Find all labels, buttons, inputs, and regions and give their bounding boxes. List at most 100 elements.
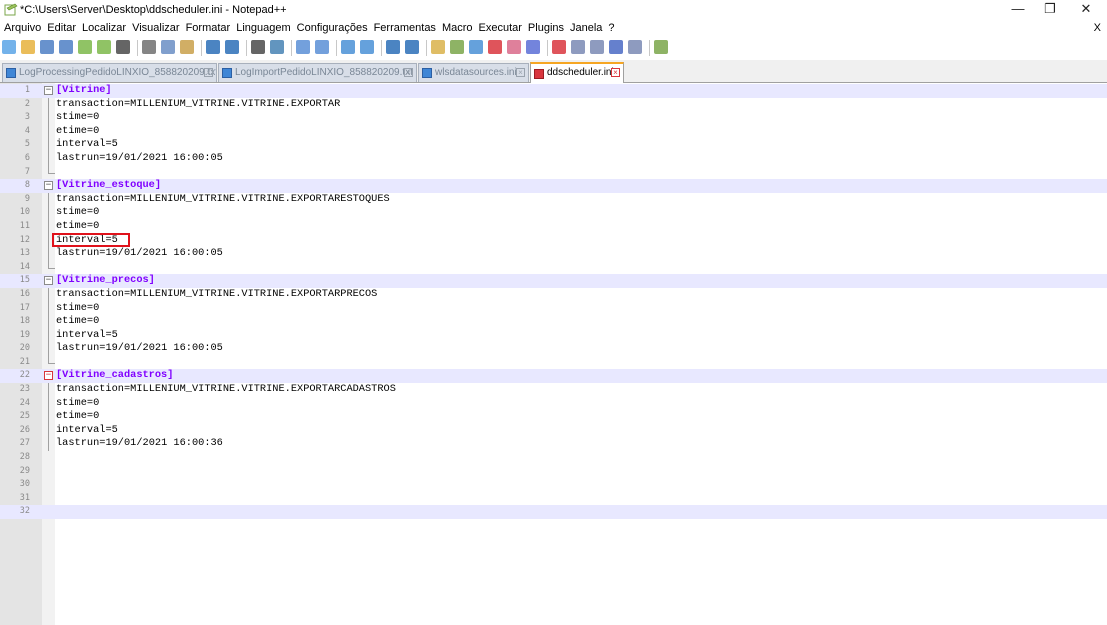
menu-localizar[interactable]: Localizar: [79, 20, 129, 36]
editor-line[interactable]: 15 − [Vitrine_precos]: [0, 274, 1107, 288]
editor-line[interactable]: 10 stime=0: [0, 206, 1107, 220]
menu-help[interactable]: ?: [605, 20, 617, 36]
editor-line[interactable]: 27 lastrun=19/01/2021 16:00:36: [0, 437, 1107, 452]
menu-formatar[interactable]: Formatar: [183, 20, 234, 36]
menu-plugins[interactable]: Plugins: [525, 20, 567, 36]
editor-line[interactable]: 20 lastrun=19/01/2021 16:00:05: [0, 342, 1107, 356]
save-macro-icon[interactable]: [628, 40, 642, 54]
maximize-button[interactable]: ❐: [1032, 0, 1068, 20]
print-icon[interactable]: [116, 40, 130, 54]
tab-close-icon[interactable]: ×: [404, 68, 413, 77]
tab-ddscheduler[interactable]: ddscheduler.ini ×: [530, 62, 624, 84]
tab-wlsdatasources[interactable]: wlsdatasources.ini ×: [418, 63, 529, 82]
play-macro-icon[interactable]: [590, 40, 604, 54]
copy-icon[interactable]: [161, 40, 175, 54]
editor-line[interactable]: 1 − [Vitrine]: [0, 84, 1107, 98]
udl-icon[interactable]: [450, 40, 464, 54]
indent-guide-icon[interactable]: [431, 40, 445, 54]
text-editor[interactable]: 1− [Vitrine] 2 transaction=MILLENIUM_VITRIN…: [0, 83, 1107, 625]
stop-record-icon[interactable]: [571, 40, 585, 54]
save-all-icon[interactable]: [59, 40, 73, 54]
editor-line[interactable]: 13 lastrun=19/01/2021 16:00:05: [0, 247, 1107, 261]
function-list-icon[interactable]: [488, 40, 502, 54]
fold-line: [48, 328, 49, 343]
sync-vertical-icon[interactable]: [341, 40, 355, 54]
menu-linguagem[interactable]: Linguagem: [233, 20, 293, 36]
open-file-icon[interactable]: [21, 40, 35, 54]
editor-line[interactable]: 19 interval=5: [0, 328, 1107, 343]
ini-key: etime: [56, 410, 87, 423]
paste-icon[interactable]: [180, 40, 194, 54]
line-number: 12: [19, 234, 30, 245]
menu-configuracoes[interactable]: Configurações: [294, 20, 371, 36]
editor-line[interactable]: 29: [0, 465, 1107, 479]
close-document-button[interactable]: X: [1094, 20, 1101, 36]
sync-horizontal-icon[interactable]: [360, 40, 374, 54]
tab-close-icon[interactable]: ×: [611, 68, 620, 77]
editor-line[interactable]: 2 transaction=MILLENIUM_VITRINE.VITRINE.E…: [0, 97, 1107, 112]
run-macro-multiple-icon[interactable]: [609, 40, 623, 54]
menu-janela[interactable]: Janela: [567, 20, 605, 36]
close-window-button[interactable]: ✕: [1068, 0, 1104, 20]
line-number: 15: [19, 275, 30, 286]
replace-icon[interactable]: [270, 40, 284, 54]
editor-line[interactable]: 25 etime=0: [0, 410, 1107, 424]
editor-line[interactable]: 30: [0, 478, 1107, 492]
tab-logimportpedido[interactable]: LogImportPedidoLINXIO_858820209.txt ×: [218, 63, 417, 82]
fold-toggle-icon[interactable]: −: [44, 86, 53, 95]
editor-line[interactable]: 28: [0, 451, 1107, 465]
fold-toggle-icon[interactable]: −: [44, 181, 53, 191]
editor-line[interactable]: 4 etime=0: [0, 124, 1107, 139]
editor-line[interactable]: 24 stime=0: [0, 396, 1107, 411]
find-icon[interactable]: [251, 40, 265, 54]
monitor-icon[interactable]: [526, 40, 540, 54]
editor-line[interactable]: 26 interval=5: [0, 423, 1107, 438]
editor-line[interactable]: 9 transaction=MILLENIUM_VITRINE.VITRINE.E…: [0, 192, 1107, 207]
menu-macro[interactable]: Macro: [439, 20, 476, 36]
redo-icon[interactable]: [225, 40, 239, 54]
zoom-in-icon[interactable]: [296, 40, 310, 54]
editor-line[interactable]: 32: [0, 505, 1107, 519]
editor-line[interactable]: 17 stime=0: [0, 301, 1107, 316]
tab-logprocessingpedido[interactable]: LogProcessingPedidoLINXIO_858820209.txt …: [2, 63, 217, 82]
editor-line[interactable]: 5 interval=5: [0, 138, 1107, 152]
menu-ferramentas[interactable]: Ferramentas: [371, 20, 439, 36]
editor-line[interactable]: 16 transaction=MILLENIUM_VITRINE.VITRINE.…: [0, 287, 1107, 302]
close-icon[interactable]: [78, 40, 92, 54]
minimize-button[interactable]: —: [1000, 0, 1036, 20]
editor-line[interactable]: 6 lastrun=19/01/2021 16:00:05: [0, 151, 1107, 166]
editor-line[interactable]: 7: [0, 165, 1107, 180]
cut-icon[interactable]: [142, 40, 156, 54]
line-number: 32: [19, 506, 30, 517]
zoom-out-icon[interactable]: [315, 40, 329, 54]
editor-line[interactable]: 22 − [Vitrine_cadastros]: [0, 369, 1107, 384]
editor-line[interactable]: 12 interval=5: [0, 233, 1107, 248]
editor-line[interactable]: 31: [0, 492, 1107, 506]
editor-line[interactable]: 23 transaction=MILLENIUM_VITRINE.VITRINE.…: [0, 383, 1107, 397]
editor-line[interactable]: 18 etime=0: [0, 315, 1107, 329]
new-file-icon[interactable]: [2, 40, 16, 54]
editor-line[interactable]: 14: [0, 260, 1107, 275]
editor-line[interactable]: 11 etime=0: [0, 219, 1107, 234]
menu-visualizar[interactable]: Visualizar: [129, 20, 183, 36]
fold-toggle-icon[interactable]: −: [44, 276, 53, 286]
menu-executar[interactable]: Executar: [476, 20, 525, 36]
doc-map-icon[interactable]: [469, 40, 483, 54]
tab-close-icon[interactable]: ×: [516, 68, 525, 77]
menu-editar[interactable]: Editar: [44, 20, 79, 36]
menu-arquivo[interactable]: Arquivo: [1, 20, 44, 36]
close-all-icon[interactable]: [97, 40, 111, 54]
undo-icon[interactable]: [206, 40, 220, 54]
editor-line[interactable]: 21: [0, 355, 1107, 370]
tab-close-icon[interactable]: ×: [204, 68, 213, 77]
spell-check-icon[interactable]: [654, 40, 668, 54]
save-icon[interactable]: [40, 40, 54, 54]
show-all-chars-icon[interactable]: [405, 40, 419, 54]
fold-toggle-icon[interactable]: −: [44, 371, 53, 381]
editor-line[interactable]: 8 − [Vitrine_estoque]: [0, 179, 1107, 193]
folder-workspace-icon[interactable]: [507, 40, 521, 54]
ini-key: etime: [56, 315, 87, 328]
record-macro-icon[interactable]: [552, 40, 566, 54]
editor-line[interactable]: 3 stime=0: [0, 111, 1107, 125]
word-wrap-icon[interactable]: [386, 40, 400, 54]
